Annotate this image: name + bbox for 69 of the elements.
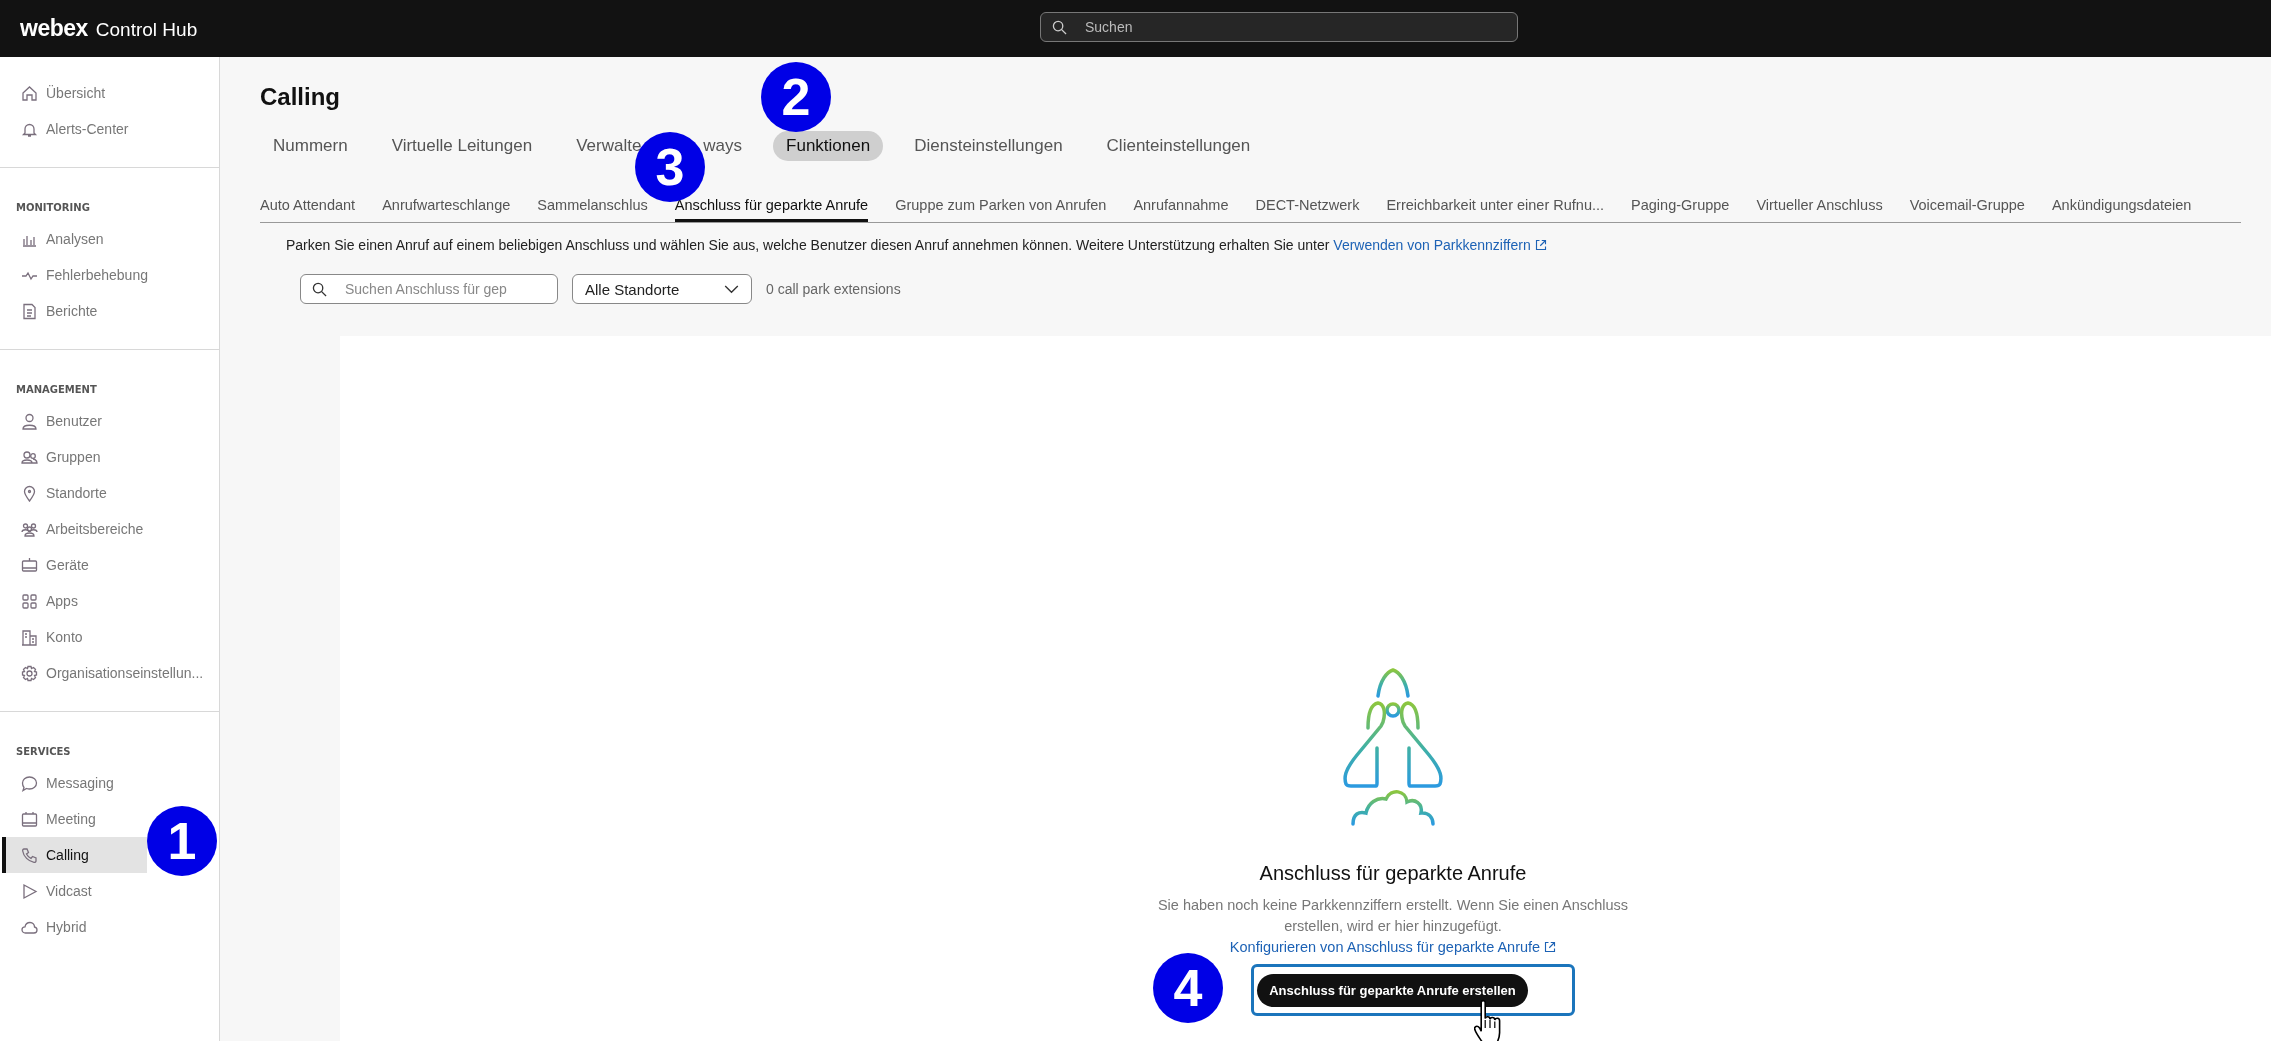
chat-bubble-icon — [21, 774, 38, 792]
tab[interactable]: DECT-Netzwerk — [1255, 197, 1360, 222]
help-link[interactable]: Konfigurieren von Anschluss für geparkte Anrufe — [1229, 939, 1557, 955]
section-heading: MONITORING — [15, 201, 90, 215]
tab[interactable]: Gruppe zum Parken von Anrufen — [895, 197, 1107, 222]
tab[interactable]: Virtueller Anschluss — [1756, 197, 1883, 222]
tab[interactable]: Nummern — [260, 131, 361, 161]
sidebar-item[interactable]: Vidcast — [2, 873, 92, 909]
sidebar-item[interactable]: Berichte — [2, 293, 98, 329]
building-icon — [21, 628, 38, 646]
sidebar-item[interactable]: Gruppen — [2, 439, 101, 475]
search-icon — [1052, 20, 1067, 35]
person-icon — [21, 412, 38, 430]
people-icon — [21, 448, 38, 466]
sidebar-item[interactable]: Hybrid — [2, 909, 87, 945]
tab[interactable]: Anrufannahme — [1133, 197, 1229, 222]
search-icon — [312, 282, 327, 297]
sidebar-item[interactable]: Benutzer — [2, 403, 103, 439]
home-icon — [21, 84, 38, 102]
step-number-badge: 2 — [761, 62, 831, 132]
group-icon — [21, 520, 38, 538]
tab[interactable]: Diensteinstellungen — [901, 131, 1076, 161]
sidebar-item[interactable]: Geräte — [2, 547, 89, 583]
page-title: Calling — [260, 83, 340, 111]
location-dropdown[interactable]: Alle Standorte — [572, 274, 752, 304]
tab[interactable]: Funktionen — [773, 131, 884, 161]
section-heading: MANAGEMENT — [15, 383, 97, 397]
empty-state-heading: Anschluss für geparkte Anrufe — [1259, 862, 1527, 885]
tab[interactable]: Erreichbarkeit unter einer Rufnu... — [1386, 197, 1605, 222]
tab[interactable]: Paging-Gruppe — [1631, 197, 1730, 222]
result-count: 0 call park extensions — [766, 281, 901, 297]
sidebar-item[interactable]: Alerts-Center — [2, 111, 129, 147]
play-icon — [21, 882, 38, 900]
sidebar-item[interactable]: Meeting — [2, 801, 96, 837]
search-field[interactable]: Suchen Anschluss für gep — [300, 274, 558, 304]
sidebar-item[interactable]: Organisationseinstellun... — [2, 655, 204, 691]
calendar-icon — [21, 810, 38, 828]
document-icon — [21, 302, 38, 320]
sidebar-item[interactable]: Übersicht — [2, 75, 106, 111]
external-link-icon — [1534, 239, 1547, 251]
gear-icon — [21, 664, 38, 682]
sidebar-item[interactable]: Analysen — [2, 221, 104, 257]
help-link[interactable]: Verwenden von Parkkennziffern — [1333, 237, 1547, 253]
sidebar-item[interactable]: Apps — [2, 583, 78, 619]
create-button[interactable]: Anschluss für geparkte Anrufe erstellen — [1257, 974, 1528, 1007]
sidebar-item[interactable]: Messaging — [2, 765, 114, 801]
location-pin-icon — [21, 484, 38, 502]
description-text: Parken Sie einen Anruf auf einem beliebigen Anschluss und wählen Sie aus, welche Benutzer diesen Anruf annehmen können. Weitere Unterstützung erhalten Sie unter Verwenden von Parkkennziffern — [286, 237, 2271, 253]
tab[interactable]: Virtuelle Leitungen — [378, 131, 546, 161]
sidebar-item[interactable]: Calling — [2, 837, 147, 873]
tab[interactable]: Clienteinstellungen — [1093, 131, 1264, 161]
apps-grid-icon — [21, 592, 38, 610]
tab[interactable]: Ankündigungsdateien — [2051, 197, 2192, 222]
tab[interactable]: Voicemail-Gruppe — [1909, 197, 2025, 222]
app-title: Control Hub — [95, 19, 198, 41]
phone-icon — [21, 846, 38, 864]
chevron-down-icon — [724, 284, 739, 294]
sidebar-item[interactable]: Konto — [2, 619, 83, 655]
sidebar-item[interactable]: Standorte — [2, 475, 107, 511]
logo-wordmark: webex — [20, 15, 88, 42]
sidebar-item[interactable]: Fehlerbehebung — [2, 257, 148, 293]
tab[interactable]: Sammelanschlus — [537, 197, 648, 222]
tab[interactable]: Auto Attendant — [260, 197, 356, 222]
section-heading: SERVICES — [15, 745, 71, 759]
external-link-icon — [1544, 941, 1557, 953]
monitor-icon — [21, 556, 38, 574]
tab[interactable]: Anrufwarteschlange — [382, 197, 511, 222]
sidebar-item[interactable]: Arbeitsbereiche — [2, 511, 144, 547]
search-field[interactable]: Suchen — [1040, 12, 1518, 42]
